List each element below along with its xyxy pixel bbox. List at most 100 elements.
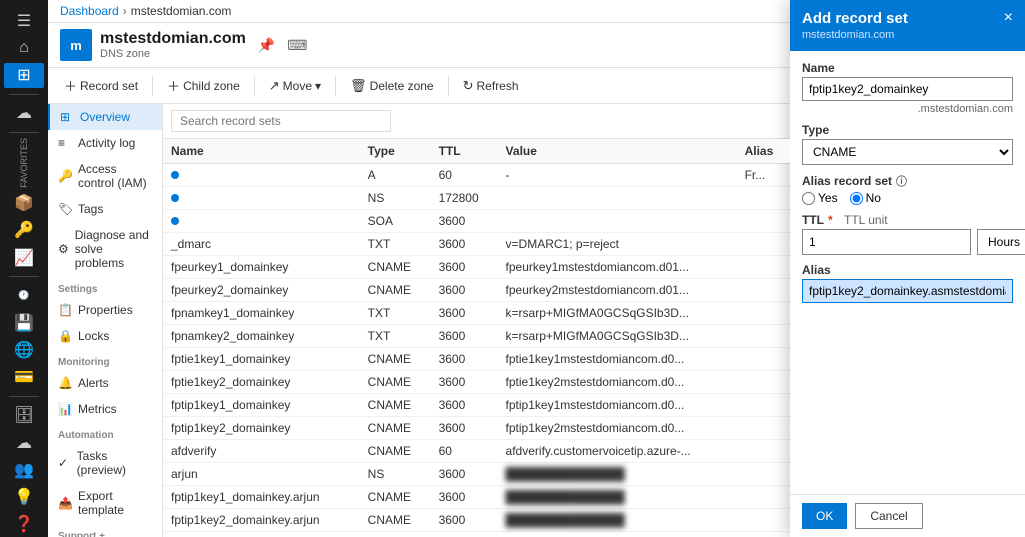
cell-ttl: 3600 [431, 417, 498, 440]
table-row[interactable]: A60-Fr... [163, 164, 790, 187]
cell-name: fptip1key2_domainkey.arjun [163, 509, 360, 532]
gnav-all-services[interactable]: ☁ [4, 101, 44, 126]
col-name: Name [163, 139, 360, 164]
nav-activity-log[interactable]: ≡ Activity log [48, 130, 162, 156]
cell-alias [737, 256, 790, 279]
ttl-unit-select[interactable]: Hours Seconds Minutes Days [977, 229, 1025, 255]
cell-alias [737, 187, 790, 210]
alias-no-option[interactable]: No [850, 191, 881, 205]
gnav-dashboard[interactable]: ⊞ [4, 63, 44, 88]
gnav-storage[interactable]: 💾 [4, 310, 44, 335]
cell-value: - [498, 164, 737, 187]
nav-overview[interactable]: ⊞ Overview [48, 104, 162, 130]
cancel-button[interactable]: Cancel [855, 503, 922, 529]
table-row[interactable]: fpeurkey2_domainkeyCNAME3600fpeurkey2mst… [163, 279, 790, 302]
nav-metrics[interactable]: 📊 Metrics [48, 396, 162, 422]
table-row[interactable]: fptip1key1_domainkeyCNAME3600fptip1key1m… [163, 394, 790, 417]
cell-name [163, 210, 360, 233]
table-row[interactable]: fptip1key2_domainkeyCNAME3600fptip1key2m… [163, 417, 790, 440]
cell-type: CNAME [360, 279, 431, 302]
gnav-help[interactable]: ❓ [4, 512, 44, 537]
panel-close-button[interactable]: × [1004, 10, 1013, 26]
gnav-menu[interactable]: ☰ [4, 8, 44, 33]
add-record-set-button[interactable]: ＋ Record set [56, 72, 146, 99]
nav-locks[interactable]: 🔒 Locks [48, 323, 162, 349]
gnav-advisor[interactable]: 💡 [4, 485, 44, 510]
cell-name [163, 187, 360, 210]
refresh-button[interactable]: ↻ Refresh [455, 74, 527, 98]
gnav-all-resources[interactable]: 📦 [4, 190, 44, 215]
table-row[interactable]: afdverifyCNAME60afdverify.customervoicet… [163, 440, 790, 463]
alias-input[interactable] [802, 279, 1013, 303]
table-row[interactable]: fpnamkey1_domainkeyTXT3600k=rsarp+MIGfMA… [163, 302, 790, 325]
nav-tasks[interactable]: ✓ Tasks (preview) [48, 443, 162, 483]
gnav-subscriptions[interactable]: 💳 [4, 365, 44, 390]
activity-log-icon: ≡ [58, 136, 72, 150]
table-row[interactable]: arjunNS3600██████████████ [163, 463, 790, 486]
table-row[interactable]: _dmarcTXT3600v=DMARC1; p=reject [163, 233, 790, 256]
nav-tags[interactable]: 🏷 Tags [48, 196, 162, 222]
cell-name: fpnamkey2_domainkey [163, 325, 360, 348]
cell-value: fptip1key2mstestdomiancom.d0... [498, 417, 737, 440]
gnav-keyvaults[interactable]: 🔑 [4, 218, 44, 243]
cell-ttl: 3600 [431, 463, 498, 486]
overview-icon: ⊞ [60, 110, 74, 124]
nav-export-template[interactable]: 📤 Export template [48, 483, 162, 523]
overview-label: Overview [80, 110, 130, 124]
cell-type: CNAME [360, 509, 431, 532]
nav-properties[interactable]: 📋 Properties [48, 297, 162, 323]
ok-button[interactable]: OK [802, 503, 847, 529]
gnav-recent[interactable]: 🕐 [4, 283, 44, 308]
gnav-home[interactable]: ⌂ [4, 35, 44, 60]
cell-alias [737, 210, 790, 233]
nav-iam[interactable]: 🔑 Access control (IAM) [48, 156, 162, 196]
dns-pin-icon[interactable]: 📌 [258, 37, 275, 54]
nav-alerts[interactable]: 🔔 Alerts [48, 370, 162, 396]
cell-value: afdverify.customervoicetip.azure-... [498, 440, 737, 463]
gnav-appinsights[interactable]: 📈 [4, 245, 44, 270]
table-row[interactable]: fptie1key2_domainkeyCNAME3600fptie1key2m… [163, 371, 790, 394]
type-select[interactable]: CNAME A AAAA CAA MX NS PTR SOA SRV TXT [802, 139, 1013, 165]
child-zone-label: Child zone [183, 79, 240, 93]
alias-no-radio[interactable] [850, 192, 863, 205]
iam-label: Access control (IAM) [78, 162, 152, 190]
cell-ttl: 3600 [431, 509, 498, 532]
type-field-label: Type [802, 123, 1013, 137]
move-button[interactable]: ↗ Move ▾ [261, 74, 329, 98]
panel-title: Add record set [802, 10, 908, 27]
breadcrumb-dashboard[interactable]: Dashboard [60, 4, 119, 18]
gnav-appservices[interactable]: 🌐 [4, 337, 44, 362]
table-row[interactable]: fptip1key2_domainkey.arjunCNAME3600█████… [163, 509, 790, 532]
cell-value: v=DMARC1; p=reject [498, 233, 737, 256]
cell-value: fptie1key2mstestdomiancom.d0... [498, 371, 737, 394]
table-row[interactable]: crmTXT3600msfpkey=3yy8igIlymyfp4dwsgy s.… [163, 532, 790, 537]
dns-shell-icon[interactable]: ⌨ [287, 37, 307, 54]
search-input[interactable] [171, 110, 391, 132]
cell-name: fptip1key1_domainkey.arjun [163, 486, 360, 509]
alias-yes-radio[interactable] [802, 192, 815, 205]
diagnose-label: Diagnose and solve problems [75, 228, 152, 270]
table-row[interactable]: NS172800 [163, 187, 790, 210]
cell-type: CNAME [360, 348, 431, 371]
export-label: Export template [78, 489, 152, 517]
gnav-sqldbs[interactable]: 🗄 [4, 403, 44, 428]
table-row[interactable]: fptip1key1_domainkey.arjunCNAME3600█████… [163, 486, 790, 509]
table-row[interactable]: fpeurkey1_domainkeyCNAME3600fpeurkey1mst… [163, 256, 790, 279]
cell-ttl: 172800 [431, 187, 498, 210]
cell-ttl: 3600 [431, 325, 498, 348]
delete-zone-button[interactable]: 🗑 Delete zone [342, 74, 442, 98]
name-input[interactable] [802, 77, 1013, 101]
table-row[interactable]: SOA3600 [163, 210, 790, 233]
child-zone-button[interactable]: ＋ Child zone [159, 72, 248, 99]
iam-icon: 🔑 [58, 169, 72, 183]
cell-alias [737, 279, 790, 302]
alerts-label: Alerts [78, 376, 109, 390]
table-row[interactable]: fpnamkey2_domainkeyTXT3600k=rsarp+MIGfMA… [163, 325, 790, 348]
gnav-aad[interactable]: 👥 [4, 457, 44, 482]
gnav-cloud-services[interactable]: ☁ [4, 430, 44, 455]
table-row[interactable]: fptie1key1_domainkeyCNAME3600fptie1key1m… [163, 348, 790, 371]
nav-diagnose[interactable]: ⚙ Diagnose and solve problems [48, 222, 162, 276]
toolbar: ＋ Record set ＋ Child zone ↗ Move ▾ 🗑 Del… [48, 68, 790, 104]
alias-yes-option[interactable]: Yes [802, 191, 838, 205]
ttl-input[interactable] [802, 229, 971, 255]
